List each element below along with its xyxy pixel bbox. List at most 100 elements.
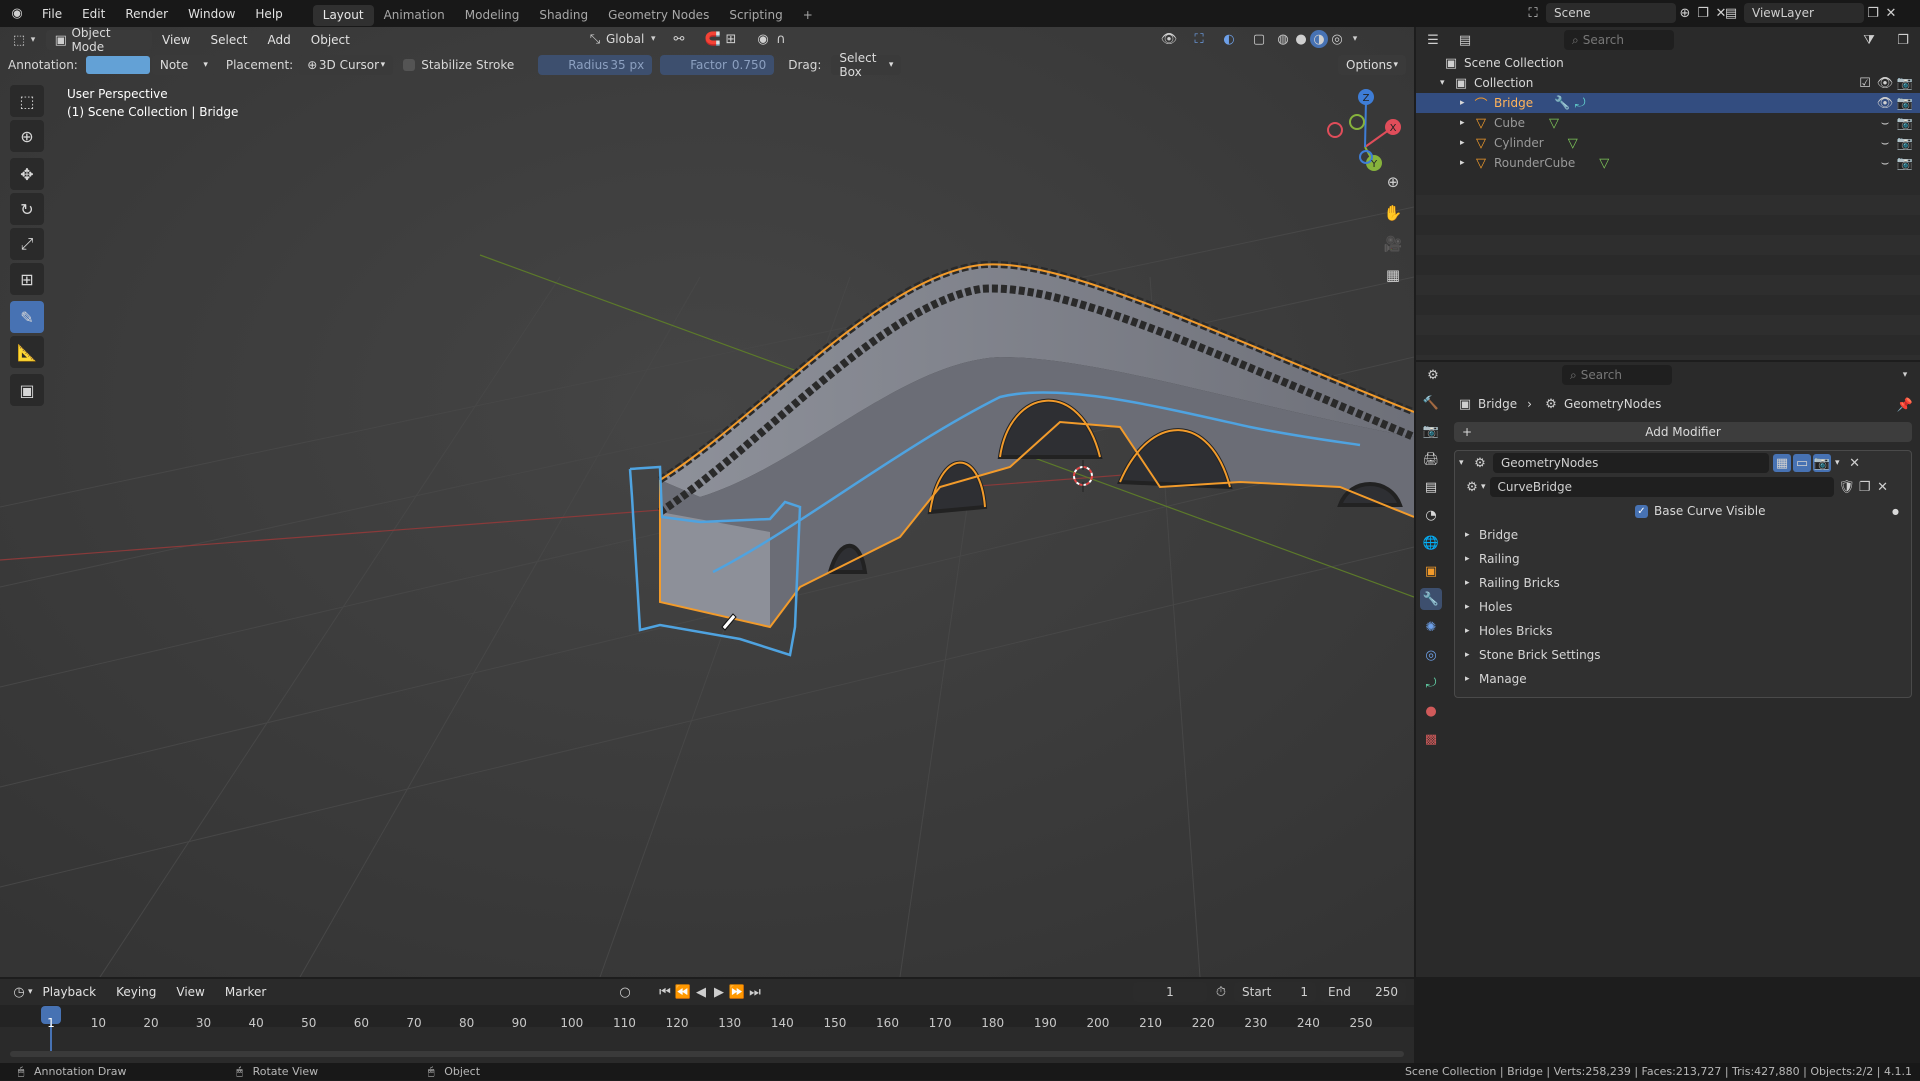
fake-user-icon[interactable]: 🛡: [1838, 478, 1856, 496]
display-mode-icon[interactable]: ▤: [1456, 31, 1474, 49]
chevron-down-icon[interactable]: ▾: [1440, 78, 1452, 88]
chevron-down-icon[interactable]: ▾: [1481, 482, 1486, 492]
3d-viewport[interactable]: X Y Z User Perspective (1) Scene Collect…: [0, 27, 1414, 977]
eye-closed-icon[interactable]: ⌣: [1876, 154, 1894, 172]
record-icon[interactable]: ○: [616, 983, 634, 1001]
render-toggle-icon[interactable]: 📷: [1813, 454, 1831, 472]
chevron-right-icon[interactable]: ▸: [1460, 98, 1472, 108]
chevron-right-icon[interactable]: ▸: [1460, 158, 1472, 168]
camera-icon[interactable]: 📷: [1896, 154, 1914, 172]
chevron-right-icon[interactable]: ▸: [1460, 138, 1472, 148]
play-icon[interactable]: ▶: [710, 983, 728, 1001]
transform-orientation[interactable]: ⤡ Global ▾: [586, 30, 662, 48]
camera-icon[interactable]: 🎥: [1380, 231, 1406, 257]
node-tree-icon[interactable]: ⚙: [1463, 478, 1481, 496]
subpanel-railing[interactable]: ▸ Railing: [1455, 547, 1911, 571]
placement-dropdown[interactable]: ⊕ 3D Cursor ▾: [299, 55, 394, 75]
tab-shading[interactable]: Shading: [529, 5, 598, 26]
solid-shading-icon[interactable]: ●: [1292, 30, 1310, 48]
annotation-layer-dropdown[interactable]: Note ▾: [151, 55, 216, 75]
tab-modeling[interactable]: Modeling: [455, 5, 530, 26]
menu-file[interactable]: File: [32, 0, 72, 27]
add-modifier-button[interactable]: + Add Modifier: [1454, 422, 1912, 442]
outliner-item-roundercube[interactable]: ▸ ▽ RounderCube ▽ ⌣ 📷: [1416, 153, 1920, 173]
annotate-tool[interactable]: ✎: [10, 301, 44, 333]
scene-name-field[interactable]: Scene: [1546, 3, 1676, 23]
subpanel-holes-bricks[interactable]: ▸ Holes Bricks: [1455, 619, 1911, 643]
gizmo-toggle-icon[interactable]: ⛶: [1190, 30, 1208, 48]
viewport-toggle-icon[interactable]: ▭: [1793, 454, 1811, 472]
scene-tab-icon[interactable]: ◔: [1420, 504, 1442, 526]
start-frame-field[interactable]: Start 1: [1234, 982, 1316, 1002]
transform-tool[interactable]: ⊞: [10, 263, 44, 295]
render-tab-icon[interactable]: 📷: [1420, 420, 1442, 442]
move-tool[interactable]: ✥: [10, 158, 44, 190]
proportional-edit-icon[interactable]: ◉: [754, 30, 772, 48]
add-cube-tool[interactable]: ▣: [10, 374, 44, 406]
drag-dropdown[interactable]: Select Box ▾: [831, 51, 902, 79]
rendered-shading-icon[interactable]: ◎: [1328, 30, 1346, 48]
object-tab-icon[interactable]: ▣: [1420, 560, 1442, 582]
xray-icon[interactable]: ▢: [1250, 30, 1268, 48]
modifier-tab-icon[interactable]: 🔧: [1420, 588, 1442, 610]
snap-icon[interactable]: 🧲: [704, 30, 722, 48]
wireframe-shading-icon[interactable]: ◍: [1274, 30, 1292, 48]
menu-object[interactable]: Object: [301, 27, 360, 54]
menu-view[interactable]: View: [152, 27, 200, 54]
modifier-name-field[interactable]: GeometryNodes: [1493, 453, 1769, 473]
pan-hand-icon[interactable]: ✋: [1380, 200, 1406, 226]
scale-tool[interactable]: ⤢: [10, 228, 44, 260]
overlay-toggle-icon[interactable]: ◐: [1220, 30, 1238, 48]
zoom-icon[interactable]: ⊕: [1380, 169, 1406, 195]
chevron-right-icon[interactable]: ▸: [1460, 118, 1472, 128]
keyframe-dot-icon[interactable]: ●: [1892, 507, 1899, 516]
editor-type-icon[interactable]: ⬚: [10, 31, 28, 49]
close-icon[interactable]: ✕: [1874, 478, 1892, 496]
output-tab-icon[interactable]: 🖨: [1420, 448, 1442, 470]
menu-keying[interactable]: Keying: [106, 979, 166, 1006]
radius-field[interactable]: Radius 35 px: [538, 55, 653, 75]
menu-edit[interactable]: Edit: [72, 0, 115, 27]
tab-scripting[interactable]: Scripting: [719, 5, 792, 26]
mesh-data-icon[interactable]: ▽: [1595, 154, 1613, 172]
stopwatch-icon[interactable]: ⏱: [1212, 983, 1230, 1001]
world-tab-icon[interactable]: 🌐: [1420, 532, 1442, 554]
current-frame-field[interactable]: 1: [1133, 982, 1207, 1002]
rotate-tool[interactable]: ↻: [10, 193, 44, 225]
tool-tab-icon[interactable]: 🔨: [1420, 392, 1442, 414]
timeline-scrollbar[interactable]: [10, 1051, 1404, 1057]
particles-tab-icon[interactable]: ✺: [1420, 616, 1442, 638]
outliner-item-cube[interactable]: ▸ ▽ Cube ▽ ⌣ 📷: [1416, 113, 1920, 133]
subpanel-railing-bricks[interactable]: ▸ Railing Bricks: [1455, 571, 1911, 595]
pivot-icon[interactable]: ⚯: [670, 30, 688, 48]
menu-timeline-view[interactable]: View: [166, 979, 214, 1006]
properties-search[interactable]: ⌕ Search: [1562, 365, 1672, 385]
annotation-color-swatch[interactable]: [85, 56, 150, 74]
jump-end-icon[interactable]: ⏭: [746, 983, 764, 1001]
menu-window[interactable]: Window: [178, 0, 245, 27]
data-tab-icon[interactable]: ⤾: [1420, 672, 1442, 694]
duplicate-icon[interactable]: ❐: [1856, 478, 1874, 496]
chevron-down-icon[interactable]: ▾: [1346, 30, 1364, 48]
new-scene-icon[interactable]: ❐: [1694, 4, 1712, 22]
new-view-layer-icon[interactable]: ❐: [1864, 4, 1882, 22]
physics-tab-icon[interactable]: ◎: [1420, 644, 1442, 666]
camera-icon[interactable]: 📷: [1896, 114, 1914, 132]
subpanel-stone-brick-settings[interactable]: ▸ Stone Brick Settings: [1455, 643, 1911, 667]
outliner-collection[interactable]: ▾ ▣ Collection ☑ 👁 📷: [1416, 73, 1920, 93]
material-tab-icon[interactable]: ●: [1420, 700, 1442, 722]
camera-icon[interactable]: 📷: [1896, 94, 1914, 112]
options-dropdown[interactable]: Options ▾: [1338, 55, 1406, 75]
view-layer-field[interactable]: ViewLayer: [1744, 3, 1864, 23]
chevron-down-icon[interactable]: ▾: [1835, 458, 1840, 468]
cursor-tool[interactable]: ⊕: [10, 120, 44, 152]
subpanel-bridge[interactable]: ▸ Bridge: [1455, 523, 1911, 547]
menu-render[interactable]: Render: [115, 0, 178, 27]
close-icon[interactable]: ✕: [1846, 454, 1864, 472]
eye-closed-icon[interactable]: ⌣: [1876, 114, 1894, 132]
properties-editor-icon[interactable]: ⚙: [1424, 366, 1442, 384]
prev-keyframe-icon[interactable]: ⏪: [674, 983, 692, 1001]
add-workspace-button[interactable]: +: [793, 5, 823, 26]
visibility-icon[interactable]: 👁: [1160, 30, 1178, 48]
curve-data-icon[interactable]: ⤾: [1571, 94, 1589, 112]
